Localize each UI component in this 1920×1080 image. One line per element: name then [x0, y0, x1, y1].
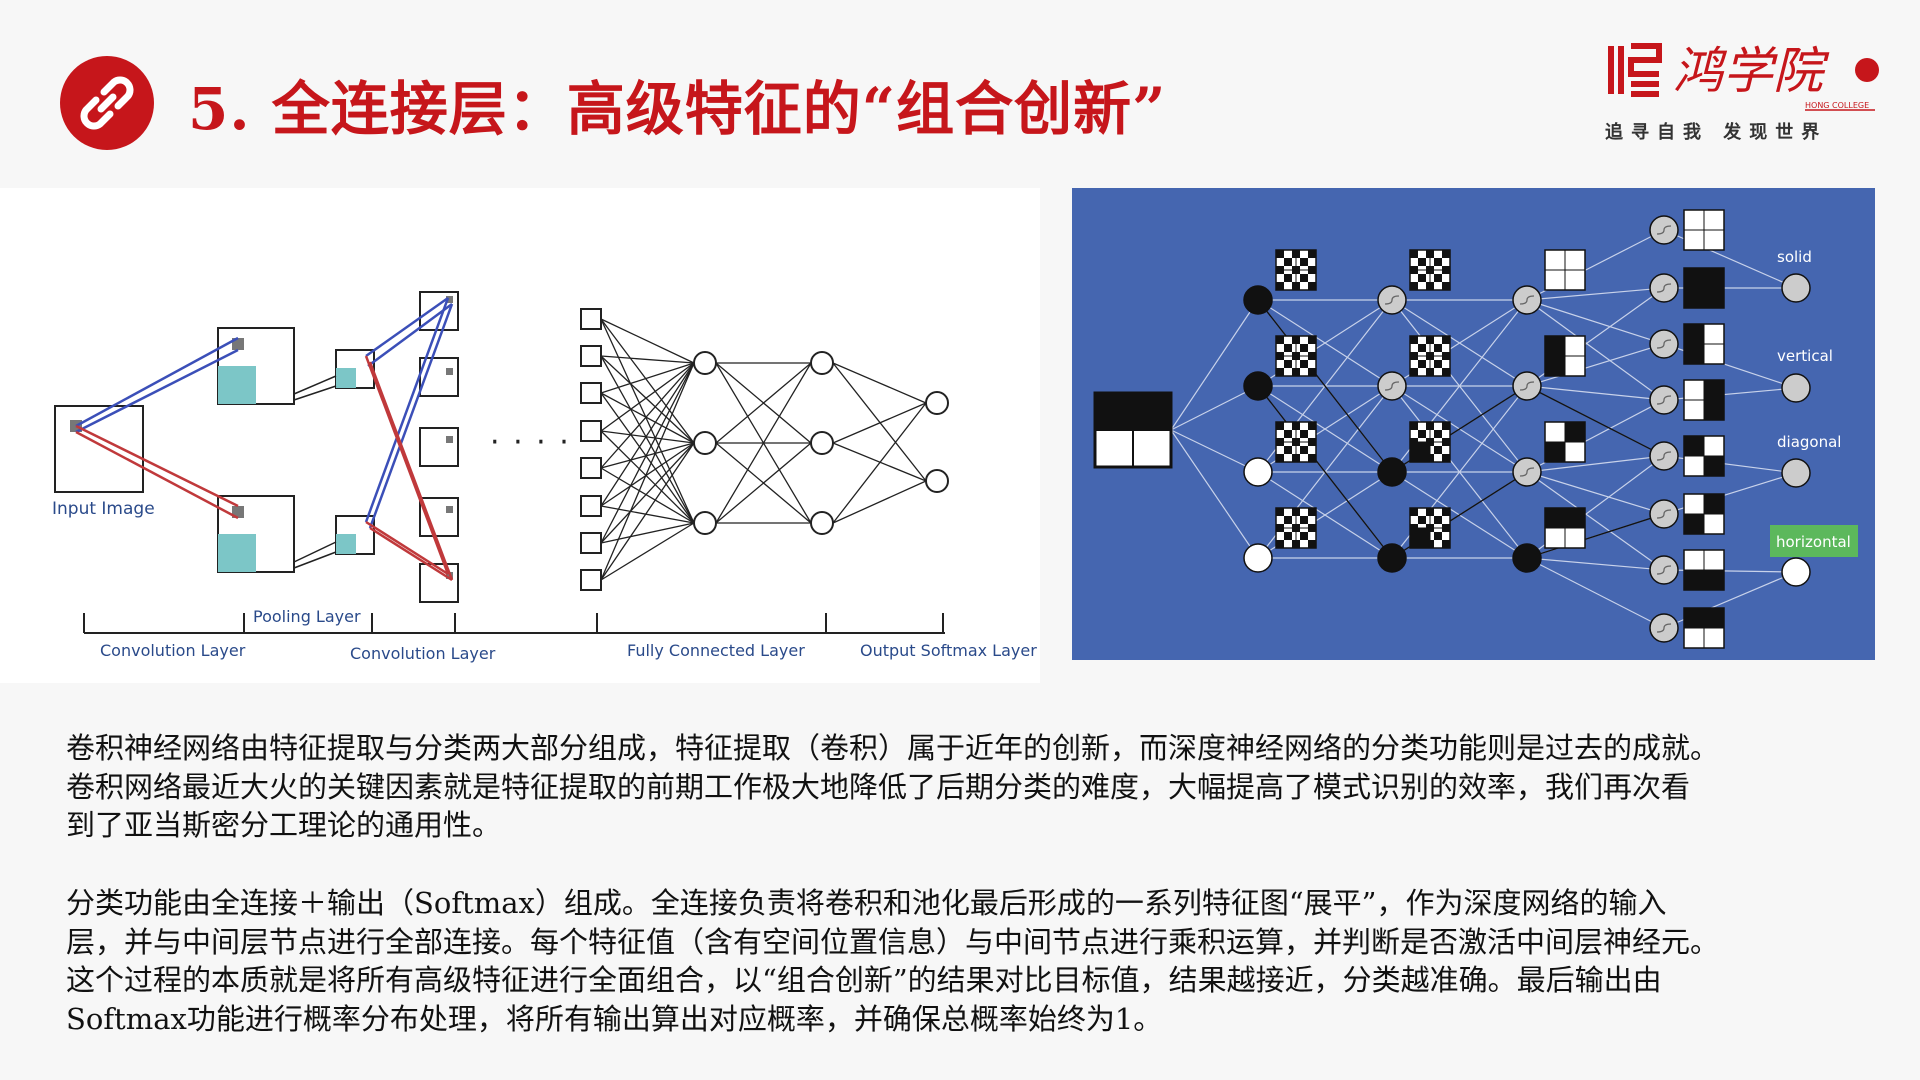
label-horizontal: horizontal [1776, 533, 1851, 551]
pooling-layer-label: Pooling Layer [253, 607, 361, 626]
input-image-label: Input Image [52, 499, 155, 519]
feature-combination-diagram: solid vertical diagonal horizontal [1072, 188, 1875, 660]
label-vertical: vertical [1777, 347, 1833, 365]
label-diagonal: diagonal [1777, 433, 1841, 451]
paragraph-1: 卷积神经网络由特征提取与分类两大部分组成，特征提取（卷积）属于近年的创新，而深度… [66, 729, 1896, 845]
convolution-layer-label-2: Convolution Layer [350, 644, 496, 663]
logo-english: HONG COLLEGE [1805, 101, 1869, 110]
p1-line-1: 卷积神经网络由特征提取与分类两大部分组成，特征提取（卷积）属于近年的创新，而深度… [66, 731, 1720, 765]
paragraph-2: 分类功能由全连接＋输出（Softmax）组成。全连接负责将卷积和池化最后形成的一… [66, 884, 1896, 1038]
p1-line-2: 卷积网络最近大火的关键因素就是特征提取的前期工作极大地降低了后期分类的难度，大幅… [66, 769, 1691, 804]
fully-connected-layer-label: Fully Connected Layer [627, 641, 805, 660]
svg-text:鸿学院: 鸿学院 [1673, 42, 1830, 100]
link-icon [60, 56, 154, 150]
p2-line-3: 这个过程的本质就是将所有高级特征进行全面组合，以“组合创新”的结果对比目标值，结… [66, 963, 1662, 997]
cnn-architecture-diagram: Input Image · · · · Pooling Layer Convol… [0, 188, 1040, 683]
p2-line-2: 层，并与中间层节点进行全部连接。每个特征值（含有空间位置信息）与中间节点进行乘积… [66, 924, 1720, 959]
output-softmax-layer-label: Output Softmax Layer [860, 641, 1037, 660]
page-title: 5. 全连接层：高级特征的“组合创新” [188, 75, 1167, 143]
logo-slogan: 追寻自我 发现世界 [1605, 122, 1828, 143]
p1-line-3: 到了亚当斯密分工理论的通用性。 [66, 808, 502, 842]
convolution-layer-label-1: Convolution Layer [100, 641, 246, 660]
ellipsis: · · · · [490, 425, 571, 460]
p2-line-4: Softmax功能进行概率分布处理，将所有输出算出对应概率，并确保总概率始终为1… [66, 1001, 1163, 1036]
label-solid: solid [1777, 248, 1812, 266]
p2-line-1: 分类功能由全连接＋输出（Softmax）组成。全连接负责将卷积和池化最后形成的一… [66, 886, 1667, 920]
